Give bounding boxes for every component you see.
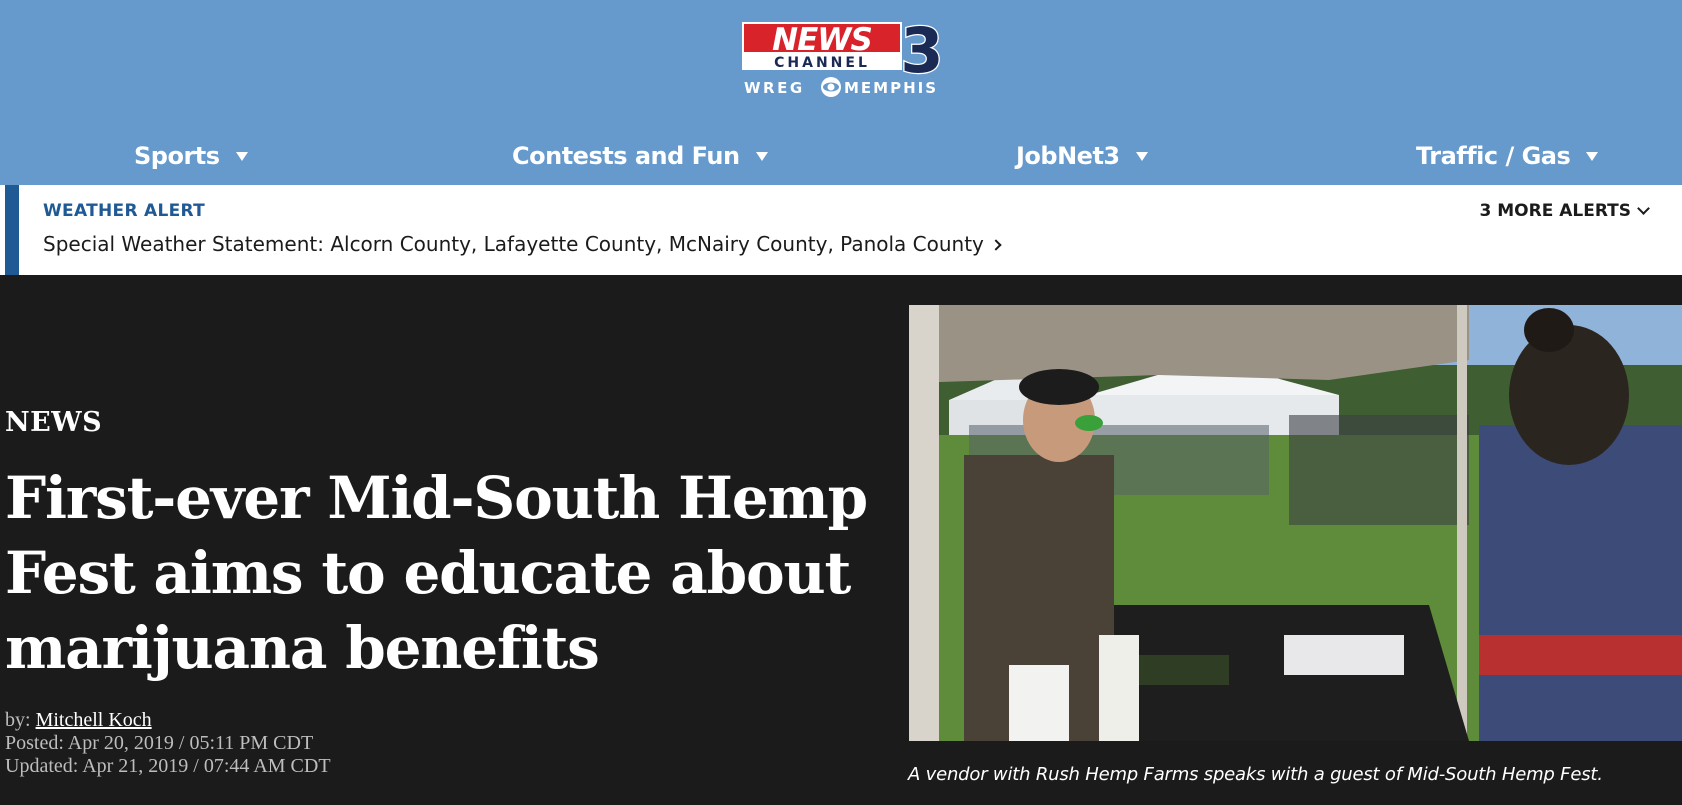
more-alerts-button[interactable]: 3 MORE ALERTS (1479, 201, 1650, 221)
nav-item-traffic-gas[interactable]: Traffic / Gas (1416, 136, 1599, 176)
news-channel-3-logo: NEWS CHANNEL 3 WREG MEMPHIS (742, 20, 945, 97)
article-hero: NEWS First-ever Mid-South Hemp Fest aims… (0, 275, 1682, 805)
alert-link[interactable]: Special Weather Statement: Alcorn County… (43, 232, 1002, 256)
posted-date: Posted: Apr 20, 2019 / 05:11 PM CDT (5, 732, 314, 754)
nav-label-jobnet3: JobNet3 (1016, 142, 1120, 170)
nav-label-contests: Contests and Fun (512, 142, 740, 170)
logo-wreg-text: WREG (744, 79, 805, 97)
logo-channel-text: CHANNEL (774, 55, 870, 71)
author-link[interactable]: Mitchell Koch (36, 709, 152, 731)
caret-down-icon (235, 151, 248, 161)
article-headline: First-ever Mid-South Hemp Fest aims to e… (5, 464, 868, 682)
more-alerts-label: 3 MORE ALERTS (1479, 201, 1631, 221)
hemp-fest-photo (909, 305, 1682, 741)
caret-down-icon (1135, 151, 1148, 161)
alert-accent-stripe (5, 185, 19, 275)
logo-memphis-text: MEMPHIS (844, 79, 938, 97)
chevron-down-icon (1637, 201, 1650, 215)
byline: by: Mitchell Koch (5, 709, 331, 732)
byline-prefix: by: (5, 709, 36, 731)
caret-down-icon (755, 151, 768, 161)
updated-date: Updated: Apr 21, 2019 / 07:44 AM CDT (5, 755, 331, 777)
alert-text: Special Weather Statement: Alcorn County… (43, 232, 984, 256)
nav-label-traffic-gas: Traffic / Gas (1416, 142, 1571, 170)
nav-label-sports: Sports (134, 142, 220, 170)
main-nav: Sports Contests and Fun JobNet3 Traffic … (0, 136, 1682, 176)
alert-title: WEATHER ALERT (43, 201, 206, 221)
nav-item-sports[interactable]: Sports (134, 136, 248, 176)
chevron-right-icon (990, 238, 1002, 251)
caret-down-icon (1586, 151, 1599, 161)
article-photo[interactable] (909, 305, 1682, 741)
site-logo[interactable]: NEWS CHANNEL 3 WREG MEMPHIS (740, 20, 952, 98)
nav-item-contests[interactable]: Contests and Fun (512, 136, 768, 176)
article-category-link[interactable]: NEWS (5, 407, 102, 438)
article-meta: by: Mitchell Koch Posted: Apr 20, 2019 /… (5, 709, 331, 778)
site-header: NEWS CHANNEL 3 WREG MEMPHIS Sports Conte… (0, 0, 1682, 185)
logo-number-3: 3 (900, 20, 943, 87)
cbs-eye-icon (821, 77, 841, 97)
logo-news-text: NEWS (772, 22, 872, 58)
nav-item-jobnet3[interactable]: JobNet3 (1016, 136, 1148, 176)
photo-caption: A vendor with Rush Hemp Farms speaks wit… (908, 764, 1603, 785)
weather-alert-banner: WEATHER ALERT Special Weather Statement:… (0, 185, 1682, 275)
